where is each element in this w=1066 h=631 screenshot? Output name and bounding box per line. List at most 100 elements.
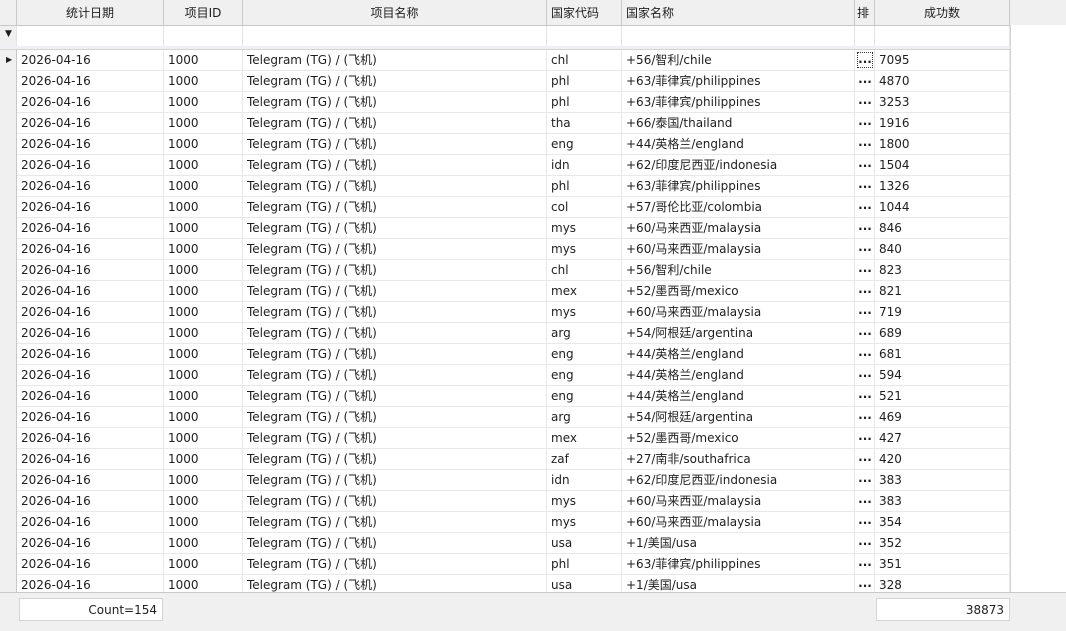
cell-sort-column[interactable]: ... [855,113,875,133]
row-indicator[interactable] [0,344,17,365]
ellipsis-button[interactable]: ... [857,94,873,110]
ellipsis-button[interactable]: ... [857,304,873,320]
cell-project-name[interactable]: Telegram (TG) / (飞机) [243,134,547,154]
cell-country-name[interactable]: +60/马来西亚/malaysia [622,302,855,322]
cell-success-count[interactable]: 469 [875,407,1010,427]
header-project-id[interactable]: 项目ID [164,0,243,25]
ellipsis-button[interactable]: ... [857,220,873,236]
ellipsis-button[interactable]: ... [857,241,873,257]
cell-stat-date[interactable]: 2026-04-16 [17,365,164,385]
cell-sort-column[interactable]: ... [855,239,875,259]
table-row[interactable]: 2026-04-16 1000 Telegram (TG) / (飞机) phl +63… [17,176,1010,197]
cell-stat-date[interactable]: 2026-04-16 [17,239,164,259]
table-row[interactable]: 2026-04-16 1000 Telegram (TG) / (飞机) idn +62… [17,155,1010,176]
cell-project-name[interactable]: Telegram (TG) / (飞机) [243,407,547,427]
cell-stat-date[interactable]: 2026-04-16 [17,323,164,343]
cell-sort-column[interactable]: ... [855,281,875,301]
row-indicator[interactable] [0,554,17,575]
cell-project-name[interactable]: Telegram (TG) / (飞机) [243,428,547,448]
cell-project-name[interactable]: Telegram (TG) / (飞机) [243,365,547,385]
cell-success-count[interactable]: 352 [875,533,1010,553]
row-indicator[interactable] [0,155,17,176]
cell-success-count[interactable]: 427 [875,428,1010,448]
cell-stat-date[interactable]: 2026-04-16 [17,512,164,532]
cell-stat-date[interactable]: 2026-04-16 [17,260,164,280]
cell-stat-date[interactable]: 2026-04-16 [17,176,164,196]
cell-stat-date[interactable]: 2026-04-16 [17,71,164,91]
table-row[interactable]: 2026-04-16 1000 Telegram (TG) / (飞机) eng +44… [17,386,1010,407]
cell-country-name[interactable]: +60/马来西亚/malaysia [622,512,855,532]
cell-project-name[interactable]: Telegram (TG) / (飞机) [243,71,547,91]
cell-success-count[interactable]: 4870 [875,71,1010,91]
cell-country-name[interactable]: +44/英格兰/england [622,386,855,406]
table-row[interactable]: 2026-04-16 1000 Telegram (TG) / (飞机) mys +60… [17,512,1010,533]
row-indicator[interactable] [0,491,17,512]
cell-success-count[interactable]: 821 [875,281,1010,301]
cell-project-name[interactable]: Telegram (TG) / (飞机) [243,512,547,532]
ellipsis-button[interactable]: ... [857,493,873,509]
table-row[interactable]: 2026-04-16 1000 Telegram (TG) / (飞机) chl +56… [17,50,1010,71]
row-indicator[interactable] [0,134,17,155]
cell-country-code[interactable]: col [547,197,622,217]
cell-stat-date[interactable]: 2026-04-16 [17,92,164,112]
ellipsis-button[interactable]: ... [857,199,873,215]
cell-sort-column[interactable]: ... [855,554,875,574]
cell-country-name[interactable]: +44/英格兰/england [622,344,855,364]
cell-stat-date[interactable]: 2026-04-16 [17,281,164,301]
cell-project-id[interactable]: 1000 [164,302,243,322]
cell-success-count[interactable]: 719 [875,302,1010,322]
current-row-triangle-icon[interactable]: ▶ [0,50,17,71]
table-row[interactable]: 2026-04-16 1000 Telegram (TG) / (飞机) eng +44… [17,134,1010,155]
cell-stat-date[interactable]: 2026-04-16 [17,218,164,238]
cell-project-id[interactable]: 1000 [164,134,243,154]
ellipsis-button[interactable]: ... [857,178,873,194]
cell-sort-column[interactable]: ... [855,449,875,469]
ellipsis-button[interactable]: ... [857,556,873,572]
cell-sort-column[interactable]: ... [855,323,875,343]
cell-success-count[interactable]: 1326 [875,176,1010,196]
ellipsis-button[interactable]: ... [857,388,873,404]
cell-success-count[interactable]: 840 [875,239,1010,259]
cell-stat-date[interactable]: 2026-04-16 [17,302,164,322]
table-row[interactable]: 2026-04-16 1000 Telegram (TG) / (飞机) phl +63… [17,92,1010,113]
cell-project-id[interactable]: 1000 [164,113,243,133]
cell-country-name[interactable]: +60/马来西亚/malaysia [622,218,855,238]
cell-sort-column[interactable]: ... [855,533,875,553]
cell-country-code[interactable]: chl [547,50,622,70]
cell-project-name[interactable]: Telegram (TG) / (飞机) [243,302,547,322]
ellipsis-button[interactable]: ... [857,115,873,131]
row-indicator[interactable] [0,533,17,554]
cell-stat-date[interactable]: 2026-04-16 [17,134,164,154]
table-row[interactable]: 2026-04-16 1000 Telegram (TG) / (飞机) mex +52… [17,428,1010,449]
cell-project-id[interactable]: 1000 [164,344,243,364]
table-row[interactable]: 2026-04-16 1000 Telegram (TG) / (飞机) phl +63… [17,554,1010,575]
row-indicator[interactable] [0,113,17,134]
cell-stat-date[interactable]: 2026-04-16 [17,428,164,448]
cell-success-count[interactable]: 7095 [875,50,1010,70]
cell-sort-column[interactable]: ... [855,134,875,154]
cell-project-id[interactable]: 1000 [164,365,243,385]
cell-success-count[interactable]: 1044 [875,197,1010,217]
cell-project-name[interactable]: Telegram (TG) / (飞机) [243,554,547,574]
cell-project-id[interactable]: 1000 [164,323,243,343]
cell-success-count[interactable]: 1916 [875,113,1010,133]
ellipsis-button[interactable]: ... [857,577,873,593]
cell-success-count[interactable]: 681 [875,344,1010,364]
cell-success-count[interactable]: 846 [875,218,1010,238]
table-row[interactable]: 2026-04-16 1000 Telegram (TG) / (飞机) eng +44… [17,344,1010,365]
ellipsis-button[interactable]: ... [857,409,873,425]
header-sort-column[interactable]: 排 [855,0,875,25]
cell-project-id[interactable]: 1000 [164,197,243,217]
cell-sort-column[interactable]: ... [855,470,875,490]
row-indicator[interactable] [0,386,17,407]
filter-project-name[interactable] [243,26,547,46]
ellipsis-button[interactable]: ... [857,262,873,278]
cell-sort-column[interactable]: ... [855,197,875,217]
cell-sort-column[interactable]: ... [855,302,875,322]
header-corner[interactable] [0,0,17,25]
ellipsis-button[interactable]: ... [857,283,873,299]
cell-stat-date[interactable]: 2026-04-16 [17,533,164,553]
cell-country-code[interactable]: mys [547,491,622,511]
cell-country-code[interactable]: zaf [547,449,622,469]
filter-project-id[interactable] [164,26,243,46]
